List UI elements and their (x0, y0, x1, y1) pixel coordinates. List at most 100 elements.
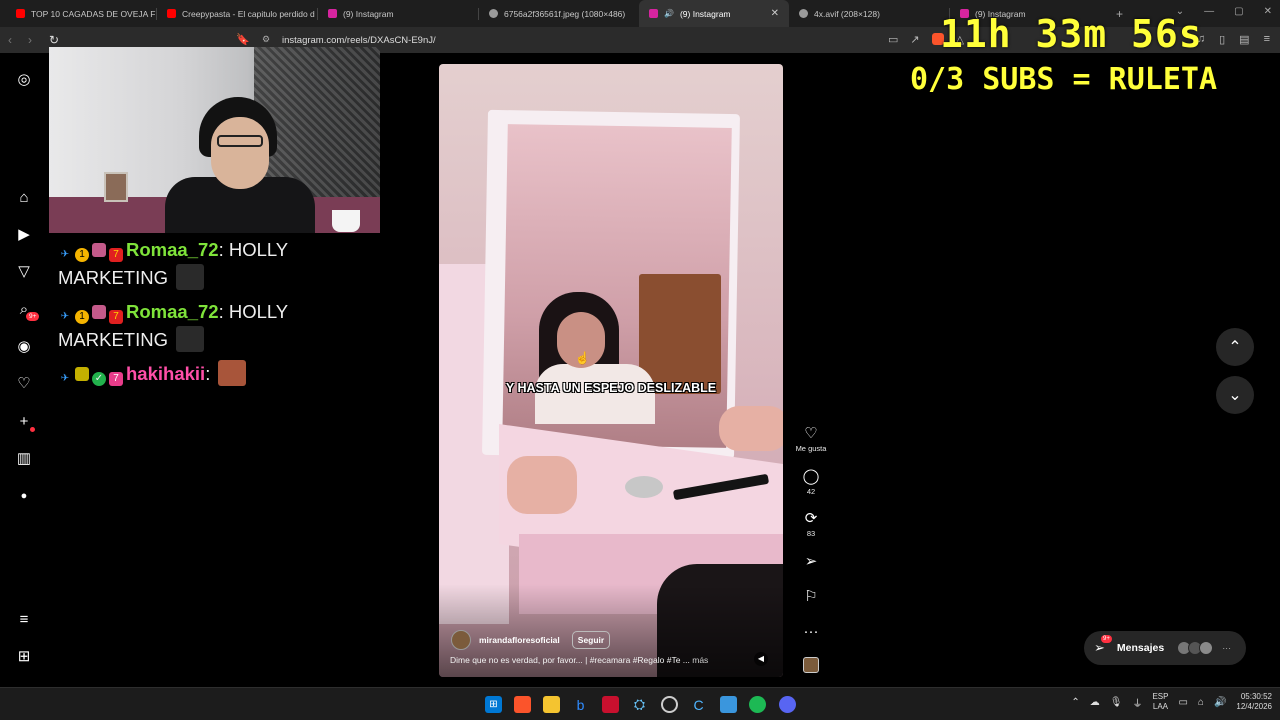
volume-icon[interactable]: ◀ (754, 652, 768, 666)
share-button[interactable]: ➢ (795, 553, 827, 570)
comment-button[interactable]: ◯ 42 (795, 468, 827, 496)
video-caption: Y HASTA UN ESPEJO DESLIZABLE (505, 381, 717, 395)
clock[interactable]: 05:30:52 12/4/2026 (1236, 692, 1272, 712)
file-explorer-icon[interactable] (543, 696, 560, 713)
author-name[interactable]: mirandafloresoficial (479, 635, 560, 645)
repost-icon: ⟳ (804, 510, 818, 527)
more-apps-icon[interactable]: ⊞ (14, 646, 34, 666)
steam-icon[interactable]: ⛭ (631, 696, 648, 713)
obs-icon[interactable] (661, 696, 678, 713)
microphone-icon[interactable]: 🎙 (1110, 697, 1123, 708)
menu-icon[interactable]: ≡ (1264, 33, 1270, 46)
tab-0[interactable]: TOP 10 CAGADAS DE OVEJA FREE F (6, 0, 156, 27)
toolbar-right-icons: ♫ ▯ ▤ ≡ (1197, 33, 1270, 46)
chat-username[interactable]: hakihakii (126, 363, 205, 384)
profile-icon[interactable]: ● (14, 486, 34, 506)
hand-cursor-icon: ☝ (575, 351, 590, 365)
site-settings-icon[interactable]: ⚙ (262, 34, 270, 45)
video-hand-mirror (625, 476, 663, 498)
spotify-icon[interactable] (749, 696, 766, 713)
share-icon[interactable]: ↗ (910, 33, 919, 46)
author-avatar[interactable] (451, 630, 471, 650)
tab-1[interactable]: Creepypasta - El capitulo perdido d (157, 0, 317, 27)
globe-favicon-icon (799, 9, 808, 18)
bing-icon[interactable]: b (572, 696, 589, 713)
brave-browser-icon[interactable] (514, 696, 531, 713)
more-options-button[interactable]: ··· (795, 623, 827, 640)
tab-4-active[interactable]: 🔊 (9) Instagram ✕ (639, 0, 789, 27)
search-icon[interactable]: ⌕ (14, 299, 34, 319)
like-button[interactable]: ♡ Me gusta (795, 425, 827, 453)
home-icon[interactable]: ⌂ (14, 187, 34, 207)
subs-goal: 0/3 SUBS = RULETA (910, 62, 1218, 97)
repost-button[interactable]: ⟳ 83 (795, 510, 827, 538)
reel-description: Dime que no es verdad, por favor... | #r… (450, 655, 708, 665)
next-reel-button[interactable]: ⌄ (1216, 376, 1254, 414)
language-bottom: LAA (1152, 702, 1168, 711)
filter-icon[interactable]: ▽ (14, 261, 34, 281)
youtube-favicon-icon (167, 9, 176, 18)
send-icon: ➢ (804, 553, 818, 570)
display-icon[interactable]: ▭ (1178, 697, 1187, 708)
audio-thumbnail[interactable] (803, 657, 819, 673)
bag-badge-icon (92, 305, 106, 319)
avatar (1199, 641, 1214, 655)
previous-reel-button[interactable]: ⌃ (1216, 328, 1254, 366)
close-window-icon[interactable]: ✕ (1264, 6, 1272, 17)
windows-start-icon[interactable]: ⊞ (485, 696, 502, 713)
cloud-icon[interactable]: ☁ (1090, 697, 1100, 708)
usb-icon[interactable]: ⏚ (1132, 695, 1142, 710)
chat-message: ✈ ✓ 7 hakihakii: (58, 360, 388, 388)
tab-3[interactable]: 6756a2f36561f.jpeg (1080×486) (479, 0, 639, 27)
seventy-badge-icon: 7 (109, 372, 123, 386)
refresh-app-icon[interactable]: C (690, 696, 707, 713)
volume-icon[interactable]: 🔊 (1214, 697, 1226, 708)
save-button[interactable]: ⚐ (795, 588, 827, 605)
dashboard-icon[interactable]: ▥ (14, 448, 34, 468)
wallet-icon[interactable]: ▤ (1239, 33, 1249, 46)
discord-icon[interactable] (779, 696, 796, 713)
bookmark-icon[interactable]: 🔖 (236, 33, 250, 46)
screen: TOP 10 CAGADAS DE OVEJA FREE F Creepypas… (0, 0, 1280, 720)
recorder-icon[interactable] (602, 696, 619, 713)
instagram-favicon-icon (328, 9, 337, 18)
chat-message: ✈ 1 7 Romaa_72: HOLLY MARKETING (58, 301, 288, 352)
webcam-streamer-face (211, 117, 269, 189)
chevron-down-icon: ⌄ (1228, 387, 1242, 404)
language-indicator[interactable]: ESP LAA (1152, 692, 1168, 712)
more-link[interactable]: más (692, 655, 708, 665)
maximize-icon[interactable]: ▢ (1234, 6, 1243, 17)
follow-button[interactable]: Seguir (571, 631, 611, 649)
reload-icon[interactable]: ↻ (44, 33, 64, 47)
reels-icon[interactable]: ▶ (14, 224, 34, 244)
system-tray: ⌃ ☁ 🎙 ⏚ ESP LAA ▭ ⌂ 🔊 05:30:52 12/4/2026 (1071, 692, 1272, 712)
chevron-up-icon[interactable]: ⌃ (1071, 697, 1079, 708)
notepad-icon[interactable] (720, 696, 737, 713)
comment-icon: ◯ (802, 468, 820, 485)
tab-2[interactable]: (9) Instagram (318, 0, 478, 27)
back-icon[interactable]: ‹ (0, 33, 20, 47)
comment-count: 42 (806, 487, 816, 496)
chat-username[interactable]: Romaa_72 (126, 239, 219, 260)
minimize-icon[interactable]: — (1204, 6, 1214, 17)
heart-icon[interactable]: ♡ (14, 373, 34, 393)
menu-icon[interactable]: ≡ (14, 609, 34, 629)
chat-username[interactable]: Romaa_72 (126, 301, 219, 322)
reel-video[interactable]: Y HASTA UN ESPEJO DESLIZABLE ☝ mirandafl… (439, 64, 783, 677)
sword-badge-icon: ✈ (60, 249, 70, 260)
sidebar-icon[interactable]: ▯ (1219, 33, 1225, 46)
messages-button[interactable]: ➢ 9+ Mensajes ··· (1084, 631, 1246, 665)
forward-icon[interactable]: › (20, 33, 40, 47)
url-field[interactable]: instagram.com/reels/DXAsCN-E9nJ/ (282, 35, 436, 46)
cast-icon[interactable]: ▭ (888, 33, 898, 46)
explore-icon[interactable]: ◉ (14, 336, 34, 356)
ellipsis-icon: ··· (803, 623, 819, 640)
chat-emote (218, 360, 247, 386)
create-icon[interactable]: + (14, 411, 34, 431)
subathon-timer: 11h 33m 56s (940, 12, 1203, 56)
tab-5[interactable]: 4x.avif (208×128) (789, 0, 949, 27)
instagram-logo-icon[interactable]: ◎ (14, 69, 34, 89)
instagram-favicon-icon (649, 9, 658, 18)
close-tab-icon[interactable]: ✕ (771, 8, 779, 19)
network-icon[interactable]: ⌂ (1198, 697, 1204, 708)
